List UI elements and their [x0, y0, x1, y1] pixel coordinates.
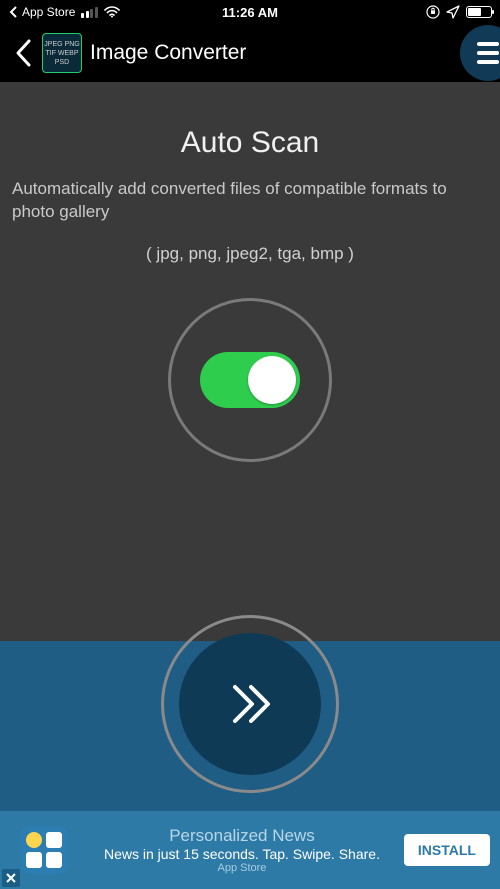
- app-icon: JPEG PNG TIF WEBP PSD: [42, 33, 82, 73]
- chevron-left-icon: [8, 6, 20, 18]
- main-content: Auto Scan Automatically add converted fi…: [0, 82, 500, 889]
- status-back-to-app[interactable]: App Store: [8, 5, 75, 19]
- location-icon: [446, 5, 460, 19]
- toggle-ring: [168, 298, 332, 462]
- bottom-band: [0, 641, 500, 811]
- ad-banner[interactable]: Personalized News News in just 15 second…: [0, 811, 500, 889]
- status-back-label: App Store: [22, 5, 75, 19]
- hamburger-icon: [477, 42, 499, 46]
- formats-list: ( jpg, png, jpeg2, tga, bmp ): [0, 244, 500, 264]
- ad-install-button[interactable]: INSTALL: [404, 834, 490, 866]
- ad-store-label: App Store: [80, 862, 404, 874]
- heading: Auto Scan: [0, 126, 500, 160]
- description: Automatically add converted files of com…: [10, 178, 490, 224]
- app-nav-bar: JPEG PNG TIF WEBP PSD Image Converter: [0, 24, 500, 82]
- ad-title: Personalized News: [80, 826, 404, 846]
- ios-status-bar: App Store 11:26 AM: [0, 0, 500, 24]
- back-button[interactable]: [6, 31, 42, 75]
- next-button[interactable]: [179, 633, 321, 775]
- wifi-icon: [104, 6, 120, 18]
- ad-subtitle: News in just 15 seconds. Tap. Swipe. Sha…: [80, 846, 404, 862]
- auto-scan-toggle[interactable]: [200, 352, 300, 408]
- menu-button[interactable]: [460, 25, 500, 81]
- signal-icon: [81, 7, 98, 18]
- ad-close-button[interactable]: [2, 869, 20, 887]
- chevron-left-icon: [13, 38, 35, 68]
- toggle-knob: [248, 356, 296, 404]
- close-icon: [6, 873, 16, 883]
- orientation-lock-icon: [426, 5, 440, 19]
- battery-icon: [466, 6, 492, 18]
- next-ring: [161, 615, 339, 793]
- ad-app-icon: [20, 826, 68, 874]
- page-title: Image Converter: [90, 41, 246, 65]
- double-chevron-right-icon: [215, 669, 285, 739]
- ad-text: Personalized News News in just 15 second…: [80, 826, 404, 874]
